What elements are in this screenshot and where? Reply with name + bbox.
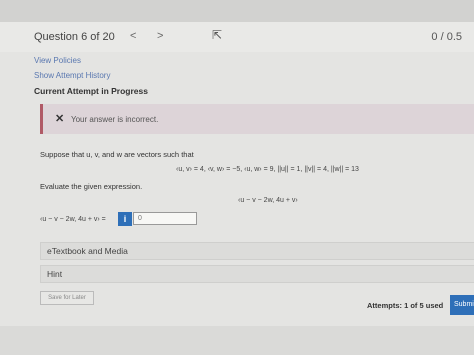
question-expression: ‹u − v − 2w, 4u + v›	[238, 197, 298, 204]
x-icon: ✕	[55, 113, 65, 125]
current-attempt-heading: Current Attempt in Progress	[34, 86, 148, 96]
answer-input[interactable]	[133, 212, 197, 225]
incorrect-answer-alert: ✕ Your answer is incorrect.	[40, 104, 474, 134]
question-score: 0 / 0.5	[431, 31, 462, 43]
etextbook-media-label: eTextbook and Media	[47, 246, 128, 256]
submit-button[interactable]: Submit	[450, 295, 474, 315]
hint-panel[interactable]: Hint	[40, 265, 474, 283]
previous-question-button[interactable]: <	[130, 30, 136, 42]
view-policies-link[interactable]: View Policies	[34, 56, 81, 65]
question-header: Question 6 of 20 < > ⇱ 0 / 0.5	[0, 22, 474, 52]
given-values: ‹u, v› = 4, ‹v, w› = −5, ‹u, w› = 9, ||u…	[176, 166, 359, 173]
hint-label: Hint	[47, 269, 63, 279]
question-instruction: Evaluate the given expression.	[40, 182, 143, 191]
alert-message: Your answer is incorrect.	[71, 115, 159, 124]
top-bar	[0, 0, 474, 22]
bottom-bar	[0, 326, 474, 355]
next-question-button[interactable]: >	[157, 30, 163, 42]
attempts-counter: Attempts: 1 of 5 used	[367, 301, 444, 310]
question-number: Question 6 of 20	[34, 31, 115, 43]
answer-label: ‹u − v − 2w, 4u + v› =	[40, 216, 106, 223]
mouse-cursor-icon: ⇱	[212, 28, 223, 42]
info-icon[interactable]: i	[118, 212, 132, 226]
etextbook-media-panel[interactable]: eTextbook and Media	[40, 242, 474, 260]
save-for-later-button[interactable]: Save for Later	[40, 291, 94, 305]
question-prompt: Suppose that u, v, and w are vectors suc…	[40, 150, 194, 159]
show-attempt-history-link[interactable]: Show Attempt History	[34, 71, 110, 80]
